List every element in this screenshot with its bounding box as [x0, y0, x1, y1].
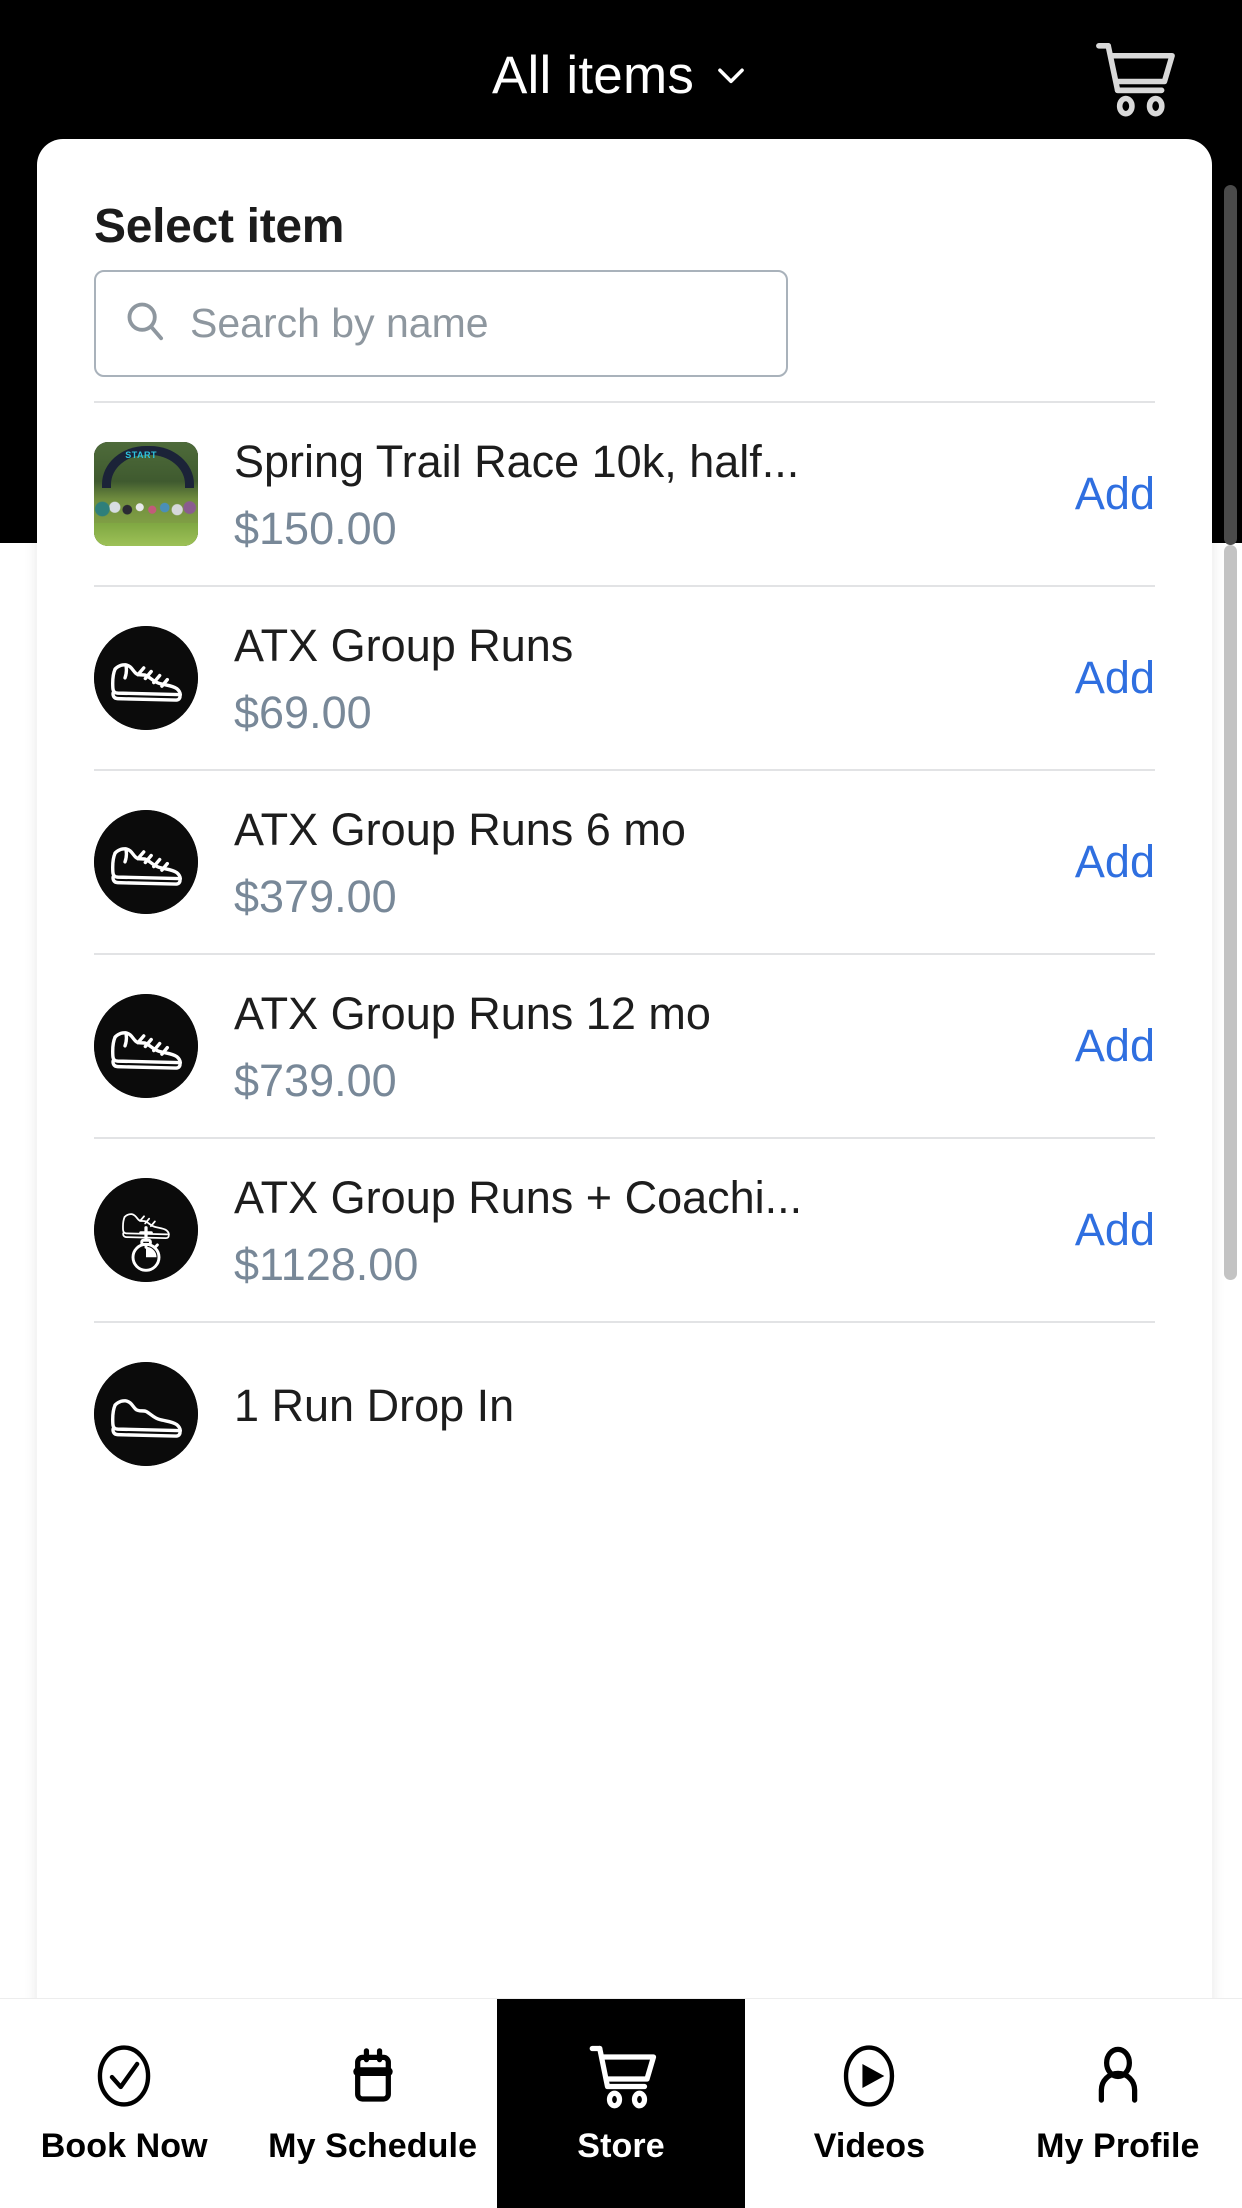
- add-button[interactable]: Add: [1061, 1204, 1155, 1256]
- scrollbar-thumb[interactable]: [1224, 185, 1237, 545]
- scrollbar-thumb-track[interactable]: [1224, 545, 1237, 1280]
- item-price: $150.00: [234, 502, 397, 554]
- list-item[interactable]: START Spring Trail Race 10k, half... $15…: [37, 403, 1212, 585]
- bottom-navigation: Book Now My Schedule Store Videos My Pro…: [0, 1998, 1242, 2208]
- nav-label: Book Now: [40, 2127, 208, 2165]
- app-root: All items Select item Search by name STA…: [0, 0, 1242, 2208]
- search-input[interactable]: [190, 300, 760, 347]
- race-start-arch-photo: START: [94, 442, 198, 546]
- select-item-sheet: Select item START: [37, 139, 1212, 2054]
- check-circle-icon: [83, 2041, 165, 2111]
- nav-item-book-now[interactable]: Book Now: [0, 1999, 248, 2208]
- item-name: ATX Group Runs + Coachi...: [234, 1171, 803, 1223]
- item-price: $69.00: [234, 686, 372, 738]
- running-shoe-icon: [94, 1362, 198, 1466]
- item-thumbnail: [94, 810, 198, 914]
- nav-label: Store: [577, 2127, 665, 2165]
- nav-item-store[interactable]: Store: [496, 1999, 746, 2208]
- item-name: ATX Group Runs 12 mo: [234, 987, 711, 1039]
- item-name: 1 Run Drop In: [234, 1380, 515, 1432]
- page-scrollbar[interactable]: [1224, 185, 1237, 1280]
- list-item[interactable]: ATX Group Runs 12 mo $739.00 Add: [37, 955, 1212, 1137]
- running-shoe-icon: [94, 810, 198, 914]
- item-info: 1 Run Drop In: [234, 1379, 1105, 1448]
- nav-label: My Profile: [1036, 2127, 1200, 2165]
- item-thumbnail: [94, 994, 198, 1098]
- item-price: $739.00: [234, 1054, 397, 1106]
- play-circle-icon: [828, 2041, 910, 2111]
- chevron-down-icon: [712, 56, 750, 94]
- add-button[interactable]: Add: [1061, 652, 1155, 704]
- item-name: ATX Group Runs 6 mo: [234, 803, 686, 855]
- item-list[interactable]: START Spring Trail Race 10k, half... $15…: [37, 401, 1212, 2051]
- nav-item-my-schedule[interactable]: My Schedule: [248, 1999, 496, 2208]
- app-bar: All items: [0, 0, 1242, 150]
- item-price: $1128.00: [234, 1238, 419, 1290]
- item-thumbnail: [94, 1178, 198, 1282]
- item-name: Spring Trail Race 10k, half...: [234, 435, 800, 487]
- search-icon: [122, 298, 168, 349]
- shopping-cart-icon: [580, 2041, 662, 2111]
- page-title: Select item: [94, 200, 345, 253]
- item-info: ATX Group Runs $69.00: [234, 619, 1025, 738]
- item-thumbnail: [94, 1362, 198, 1466]
- running-shoe-icon: [94, 626, 198, 730]
- item-info: Spring Trail Race 10k, half... $150.00: [234, 435, 1025, 554]
- cart-button[interactable]: [1080, 36, 1188, 124]
- calendar-icon: [332, 2041, 414, 2111]
- item-info: ATX Group Runs 6 mo $379.00: [234, 803, 1025, 922]
- item-info: ATX Group Runs + Coachi... $1128.00: [234, 1171, 1025, 1290]
- nav-label: My Schedule: [268, 2127, 478, 2165]
- nav-label: Videos: [813, 2127, 926, 2165]
- list-item[interactable]: ATX Group Runs 6 mo $379.00 Add: [37, 771, 1212, 953]
- item-price: $379.00: [234, 870, 397, 922]
- item-thumbnail: START: [94, 442, 198, 546]
- app-bar-title: All items: [491, 45, 695, 105]
- add-button[interactable]: Add: [1061, 1020, 1155, 1072]
- list-item[interactable]: 1 Run Drop In: [37, 1323, 1212, 1505]
- list-item[interactable]: ATX Group Runs + Coachi... $1128.00 Add: [37, 1139, 1212, 1321]
- add-button[interactable]: Add: [1061, 468, 1155, 520]
- item-name: ATX Group Runs: [234, 619, 574, 671]
- shopping-cart-icon: [1084, 37, 1184, 124]
- nav-item-my-profile[interactable]: My Profile: [994, 1999, 1242, 2208]
- list-item[interactable]: ATX Group Runs $69.00 Add: [37, 587, 1212, 769]
- search-field[interactable]: [94, 270, 788, 377]
- item-thumbnail: [94, 626, 198, 730]
- running-shoe-icon: [94, 994, 198, 1098]
- nav-item-videos[interactable]: Videos: [745, 1999, 993, 2208]
- add-button[interactable]: Add: [1061, 836, 1155, 888]
- shoe-plus-stopwatch-icon: [94, 1178, 198, 1282]
- person-icon: [1077, 2041, 1159, 2111]
- category-filter-dropdown[interactable]: All items: [492, 45, 750, 106]
- item-info: ATX Group Runs 12 mo $739.00: [234, 987, 1025, 1106]
